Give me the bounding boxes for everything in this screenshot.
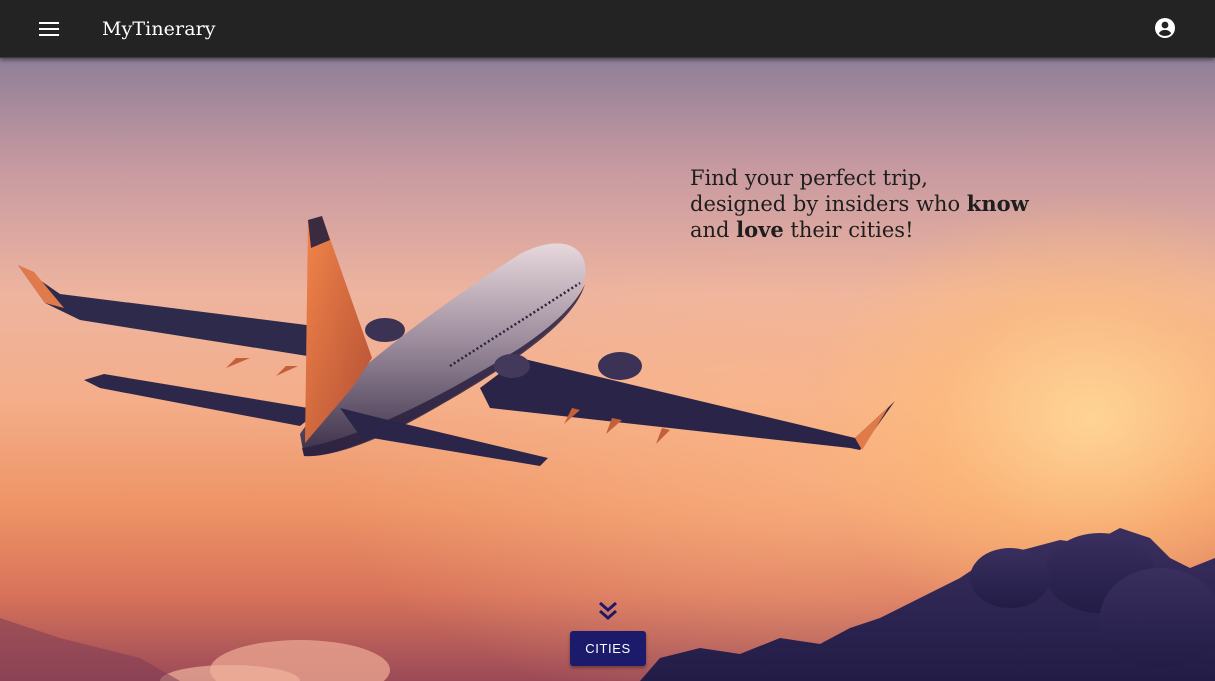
hero-banner: Find your perfect trip, designed by insi… [0,58,1215,681]
account-circle-icon [1155,18,1175,38]
tagline-emphasis-know: know [966,191,1029,216]
tagline-line-2-text: designed by insiders who [690,192,967,216]
tagline-line-3-pre: and [690,218,737,242]
tagline-line-3-post: their cities! [783,218,914,242]
account-button[interactable] [1153,16,1177,40]
hamburger-menu-icon [39,22,59,36]
tagline-line-3: and love their cities! [690,217,1110,243]
tagline-emphasis-love: love [736,217,784,242]
sunset-airplane-image [0,216,1215,681]
clouds-left [0,618,390,681]
airplane [18,216,895,466]
clouds-right [640,528,1215,681]
double-chevron-down-icon[interactable] [596,599,620,623]
tagline-line-1: Find your perfect trip, [690,166,928,190]
cities-button[interactable]: CITIES [570,631,646,666]
menu-button[interactable] [30,15,68,43]
app-bar: MyTinerary [0,0,1215,58]
app-title[interactable]: MyTinerary [102,15,216,43]
page: MyTinerary Find your perfect trip, desig… [0,0,1215,681]
tagline-line-2: designed by insiders who know [690,191,1110,217]
hero-tagline: Find your perfect trip, designed by insi… [690,165,1110,243]
